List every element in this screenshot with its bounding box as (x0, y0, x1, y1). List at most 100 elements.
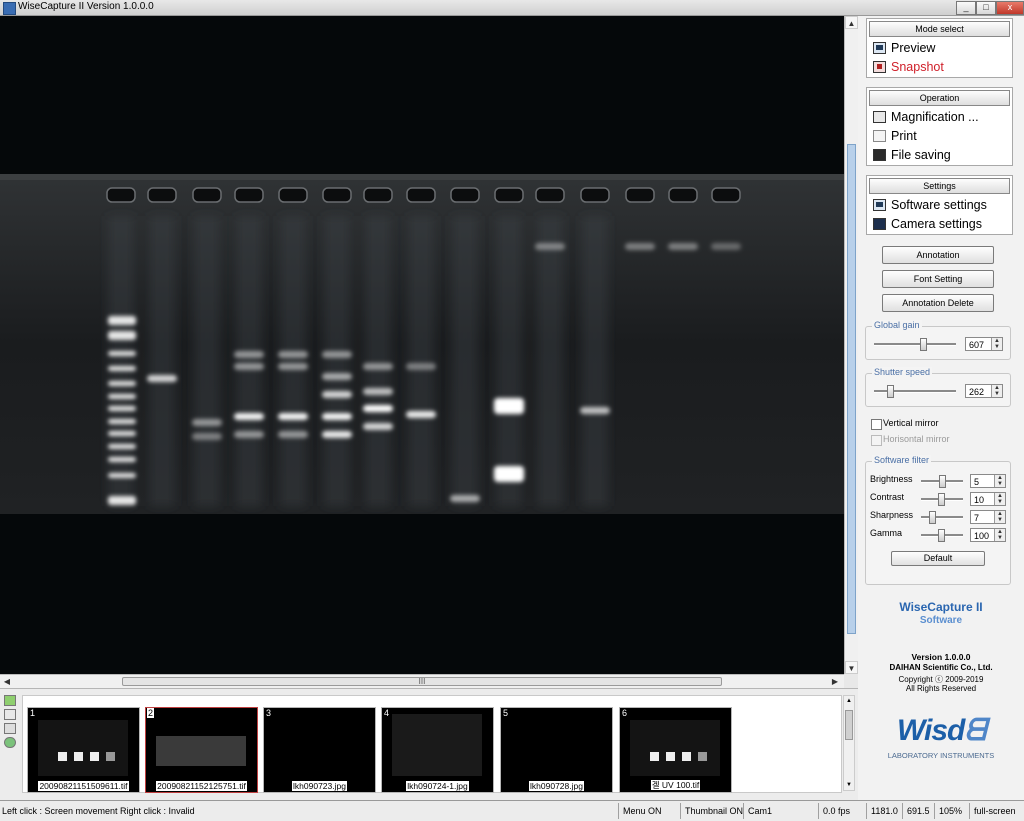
spinner-arrows-icon[interactable]: ▲ ▼ (994, 529, 1005, 541)
scroll-down-arrow[interactable]: ▼ (845, 661, 858, 674)
status-zoom: 105% (934, 803, 969, 819)
global-gain-track[interactable] (874, 343, 956, 346)
trash-icon[interactable] (4, 723, 16, 734)
preview-spot (682, 752, 691, 761)
horizontal-scroll-thumb[interactable]: III (122, 677, 722, 686)
ladder-band (108, 473, 136, 478)
thumbnail-number: 3 (265, 708, 273, 718)
import-icon[interactable] (4, 695, 16, 706)
vertical-mirror-checkbox[interactable] (871, 419, 882, 430)
annotation-delete-button[interactable]: Annotation Delete (882, 294, 994, 312)
gel-band (406, 411, 436, 418)
shutter-speed-value[interactable]: 262 ▲ ▼ (965, 384, 1003, 398)
spinner-arrows-icon[interactable]: ▲ ▼ (994, 475, 1005, 487)
gamma-value[interactable]: 100 ▲ ▼ (970, 528, 1006, 542)
spinner-arrows-icon[interactable]: ▲ ▼ (994, 493, 1005, 505)
annotation-button[interactable]: Annotation (882, 246, 994, 264)
global-gain-frame: Global gain 607 ▲ ▼ (865, 320, 1011, 360)
gel-well (711, 187, 741, 203)
copy-icon[interactable] (4, 709, 16, 720)
shutter-speed-slider[interactable] (887, 385, 895, 398)
thumbnail-caption: 20090821151509611.tif (28, 781, 139, 791)
thumbnail-item[interactable]: 3 lkh090723.jpg (263, 707, 376, 793)
spinner-arrows-icon[interactable]: ▲ ▼ (991, 338, 1002, 350)
close-button[interactable]: x (996, 1, 1024, 15)
ladder-band (108, 444, 136, 449)
shutter-speed-track[interactable] (874, 390, 956, 393)
spinner-arrows-icon[interactable]: ▲ ▼ (991, 385, 1002, 397)
thumbnail-preview (392, 714, 482, 776)
gel-well (322, 187, 352, 203)
operation-magnification[interactable]: Magnification ... (867, 108, 1012, 127)
operation-file-saving[interactable]: File saving (867, 146, 1012, 165)
scroll-thumb[interactable] (847, 144, 856, 634)
minimize-button[interactable]: _ (956, 1, 976, 15)
thumb-scroll-up-arrow[interactable]: ▲ (844, 696, 854, 706)
sharpness-slider[interactable] (929, 511, 936, 524)
status-fps: 0.0 fps (818, 803, 866, 819)
gel-well (363, 187, 393, 203)
gel-band (234, 363, 264, 370)
brightness-slider[interactable] (939, 475, 946, 488)
gel-band (147, 375, 177, 382)
shutter-speed-frame: Shutter speed 262 ▲ ▼ (865, 367, 1011, 407)
thumbnail-item[interactable]: 4 lkh090724-1.jpg (381, 707, 494, 793)
sharpness-track[interactable] (921, 516, 963, 519)
contrast-slider[interactable] (938, 493, 945, 506)
thumbnail-item[interactable]: 2 20090821152125751.tif (145, 707, 258, 793)
refresh-icon[interactable] (4, 737, 16, 748)
gel-well (147, 187, 177, 203)
mode-snapshot[interactable]: Snapshot (867, 58, 1012, 77)
contrast-value[interactable]: 10 ▲ ▼ (970, 492, 1006, 506)
gel-well (192, 187, 222, 203)
font-setting-button[interactable]: Font Setting (882, 270, 994, 288)
mode-preview[interactable]: Preview (867, 39, 1012, 58)
global-gain-value[interactable]: 607 ▲ ▼ (965, 337, 1003, 351)
camera-settings-item[interactable]: Camera settings (867, 215, 1012, 234)
preview-spot (666, 752, 675, 761)
title-bar: WiseCapture II Version 1.0.0.0 _ □ x (0, 0, 1024, 16)
brightness-value[interactable]: 5 ▲ ▼ (970, 474, 1006, 488)
lane-smear (149, 216, 175, 506)
thumbnail-scrollbar[interactable]: ▲ ▼ (843, 695, 855, 791)
thumb-scroll-down-arrow[interactable]: ▼ (844, 780, 854, 790)
horizontal-mirror-checkbox[interactable] (871, 435, 882, 446)
viewer-horizontal-scrollbar[interactable]: ◀ III ▶ (0, 674, 844, 689)
contrast-label: Contrast (870, 492, 905, 502)
scroll-up-arrow[interactable]: ▲ (845, 16, 858, 29)
gel-band (322, 431, 352, 438)
software-settings-item[interactable]: Software settings (867, 196, 1012, 215)
lane-smear (452, 216, 478, 506)
thumbnail-number: 6 (621, 708, 629, 718)
thumbnail-caption: 20090821152125751.tif (146, 781, 257, 791)
image-viewer[interactable] (0, 16, 844, 674)
thumbnail-filename: 겔 UV 100.tif (650, 780, 701, 790)
gel-band (322, 373, 352, 380)
gel-well (625, 187, 655, 203)
scroll-right-arrow[interactable]: ▶ (828, 675, 842, 689)
viewer-vertical-scrollbar[interactable]: ▲ ▼ (844, 16, 858, 674)
gamma-slider[interactable] (938, 529, 945, 542)
gel-band (278, 351, 308, 358)
thumbnail-item[interactable]: 5 lkh090728.jpg (500, 707, 613, 793)
spinner-arrows-icon[interactable]: ▲ ▼ (994, 511, 1005, 523)
scroll-left-arrow[interactable]: ◀ (0, 675, 14, 689)
software-filter-frame: Software filter Brightness 5 ▲ ▼ Contrast … (865, 455, 1011, 585)
ladder-band (108, 331, 136, 340)
global-gain-slider[interactable] (920, 338, 928, 351)
camera-settings-icon (873, 218, 886, 230)
ladder-band (108, 351, 136, 356)
print-label: Print (891, 129, 917, 143)
status-hint: Left click : Screen movement Right click… (2, 806, 195, 816)
gel-band (322, 391, 352, 398)
thumb-scroll-thumb[interactable] (845, 710, 853, 740)
maximize-button[interactable]: □ (976, 1, 996, 15)
sharpness-value[interactable]: 7 ▲ ▼ (970, 510, 1006, 524)
brand-company: DAIHAN Scientific Co., Ltd. (889, 663, 993, 672)
status-menu: Menu ON (618, 803, 680, 819)
settings-group: Settings Software settings Camera settin… (866, 175, 1013, 235)
thumbnail-item[interactable]: 6 겔 UV 100.tif (619, 707, 732, 793)
filter-default-button[interactable]: Default (891, 551, 985, 566)
thumbnail-item[interactable]: 1 20090821151509611.tif (27, 707, 140, 793)
operation-print[interactable]: Print (867, 127, 1012, 146)
